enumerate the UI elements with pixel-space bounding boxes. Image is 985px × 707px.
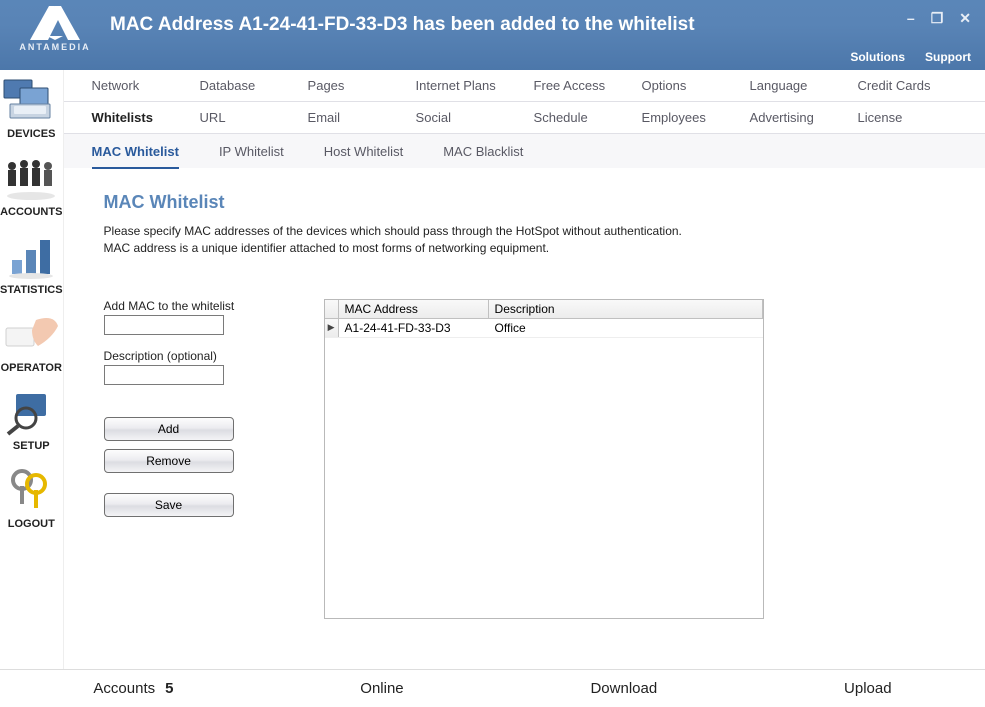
window-controls: – ❐ ✕ — [907, 0, 985, 27]
setup-icon — [0, 386, 62, 438]
subtab-host-whitelist[interactable]: Host Whitelist — [324, 144, 403, 160]
statistics-icon — [0, 230, 62, 282]
link-support[interactable]: Support — [925, 50, 971, 64]
header-title: MAC Address A1-24-41-FD-33-D3 has been a… — [110, 0, 907, 36]
logout-icon — [0, 464, 62, 516]
tab-network[interactable]: Network — [92, 78, 200, 93]
tab-options[interactable]: Options — [642, 78, 750, 93]
grid-row[interactable]: ▶ A1-24-41-FD-33-D3 Office — [325, 319, 763, 338]
tab-internet-plans[interactable]: Internet Plans — [416, 78, 534, 93]
operator-icon — [0, 308, 62, 360]
header-links: Solutions Support — [850, 50, 971, 64]
status-accounts[interactable]: Accounts 5 — [93, 680, 173, 697]
whitelist-grid[interactable]: MAC Address Description ▶ A1-24-41-FD-33… — [324, 299, 764, 619]
sidebar: DEVICES ACCOUNTS — [0, 70, 64, 669]
tabs-level2: Whitelists URL Email Social Schedule Emp… — [64, 102, 985, 134]
tab-pages[interactable]: Pages — [308, 78, 416, 93]
tabs-level1: Network Database Pages Internet Plans Fr… — [64, 70, 985, 102]
section-description: Please specify MAC addresses of the devi… — [104, 223, 974, 257]
brand-name: ANTAMEDIA — [19, 42, 90, 52]
sidebar-item-label: STATISTICS — [0, 284, 63, 296]
add-button[interactable]: Add — [104, 417, 234, 441]
section-desc-line: Please specify MAC addresses of the devi… — [104, 223, 974, 240]
tab-employees[interactable]: Employees — [642, 110, 750, 125]
tab-database[interactable]: Database — [200, 78, 308, 93]
section-desc-line: MAC address is a unique identifier attac… — [104, 240, 974, 257]
subtab-mac-blacklist[interactable]: MAC Blacklist — [443, 144, 523, 160]
sidebar-item-setup[interactable]: SETUP — [0, 386, 63, 452]
tab-schedule[interactable]: Schedule — [534, 110, 642, 125]
tabs-level3: MAC Whitelist IP Whitelist Host Whitelis… — [64, 134, 985, 168]
sidebar-item-label: DEVICES — [7, 128, 55, 140]
desc-input-label: Description (optional) — [104, 349, 304, 363]
antamedia-logo-icon — [30, 6, 80, 40]
mac-input-label: Add MAC to the whitelist — [104, 299, 304, 313]
status-bar: Accounts 5 Online Download Upload — [0, 669, 985, 707]
sidebar-item-label: ACCOUNTS — [0, 206, 62, 218]
status-download[interactable]: Download — [590, 680, 657, 697]
sidebar-item-operator[interactable]: OPERATOR — [0, 308, 63, 374]
cell-desc: Office — [489, 319, 763, 337]
sidebar-item-label: SETUP — [13, 440, 50, 452]
sidebar-item-devices[interactable]: DEVICES — [0, 74, 63, 140]
grid-col-mac[interactable]: MAC Address — [339, 300, 489, 318]
sidebar-item-logout[interactable]: LOGOUT — [0, 464, 63, 530]
status-upload[interactable]: Upload — [844, 680, 892, 697]
row-indicator-icon: ▶ — [325, 319, 339, 337]
subtab-mac-whitelist[interactable]: MAC Whitelist — [92, 144, 179, 169]
sidebar-item-label: OPERATOR — [1, 362, 62, 374]
subtab-ip-whitelist[interactable]: IP Whitelist — [219, 144, 284, 160]
link-solutions[interactable]: Solutions — [850, 50, 905, 64]
tab-social[interactable]: Social — [416, 110, 534, 125]
tab-advertising[interactable]: Advertising — [750, 110, 858, 125]
accounts-icon — [0, 152, 62, 204]
cell-mac: A1-24-41-FD-33-D3 — [339, 319, 489, 337]
grid-header-indicator — [325, 300, 339, 318]
devices-icon — [0, 74, 62, 126]
close-icon[interactable]: ✕ — [959, 10, 971, 27]
section-title: MAC Whitelist — [104, 192, 974, 213]
sidebar-item-accounts[interactable]: ACCOUNTS — [0, 152, 63, 218]
sidebar-item-label: LOGOUT — [8, 518, 55, 530]
sidebar-item-statistics[interactable]: STATISTICS — [0, 230, 63, 296]
tab-credit-cards[interactable]: Credit Cards — [858, 78, 966, 93]
description-input[interactable] — [104, 365, 224, 385]
main-area: Network Database Pages Internet Plans Fr… — [64, 70, 985, 669]
status-accounts-label: Accounts — [93, 680, 155, 697]
remove-button[interactable]: Remove — [104, 449, 234, 473]
grid-header: MAC Address Description — [325, 300, 763, 319]
tab-language[interactable]: Language — [750, 78, 858, 93]
tab-email[interactable]: Email — [308, 110, 416, 125]
status-online[interactable]: Online — [360, 680, 403, 697]
tab-url[interactable]: URL — [200, 110, 308, 125]
brand-logo: ANTAMEDIA — [0, 0, 110, 52]
minimize-icon[interactable]: – — [907, 10, 915, 27]
maximize-icon[interactable]: ❐ — [931, 10, 944, 27]
content: MAC Whitelist Please specify MAC address… — [64, 168, 985, 629]
app-header: ANTAMEDIA MAC Address A1-24-41-FD-33-D3 … — [0, 0, 985, 70]
grid-col-desc[interactable]: Description — [489, 300, 763, 318]
tab-whitelists[interactable]: Whitelists — [92, 110, 200, 125]
status-accounts-value: 5 — [165, 680, 173, 697]
form-panel: Add MAC to the whitelist Description (op… — [104, 299, 304, 619]
tab-license[interactable]: License — [858, 110, 966, 125]
mac-input[interactable] — [104, 315, 224, 335]
tab-free-access[interactable]: Free Access — [534, 78, 642, 93]
save-button[interactable]: Save — [104, 493, 234, 517]
